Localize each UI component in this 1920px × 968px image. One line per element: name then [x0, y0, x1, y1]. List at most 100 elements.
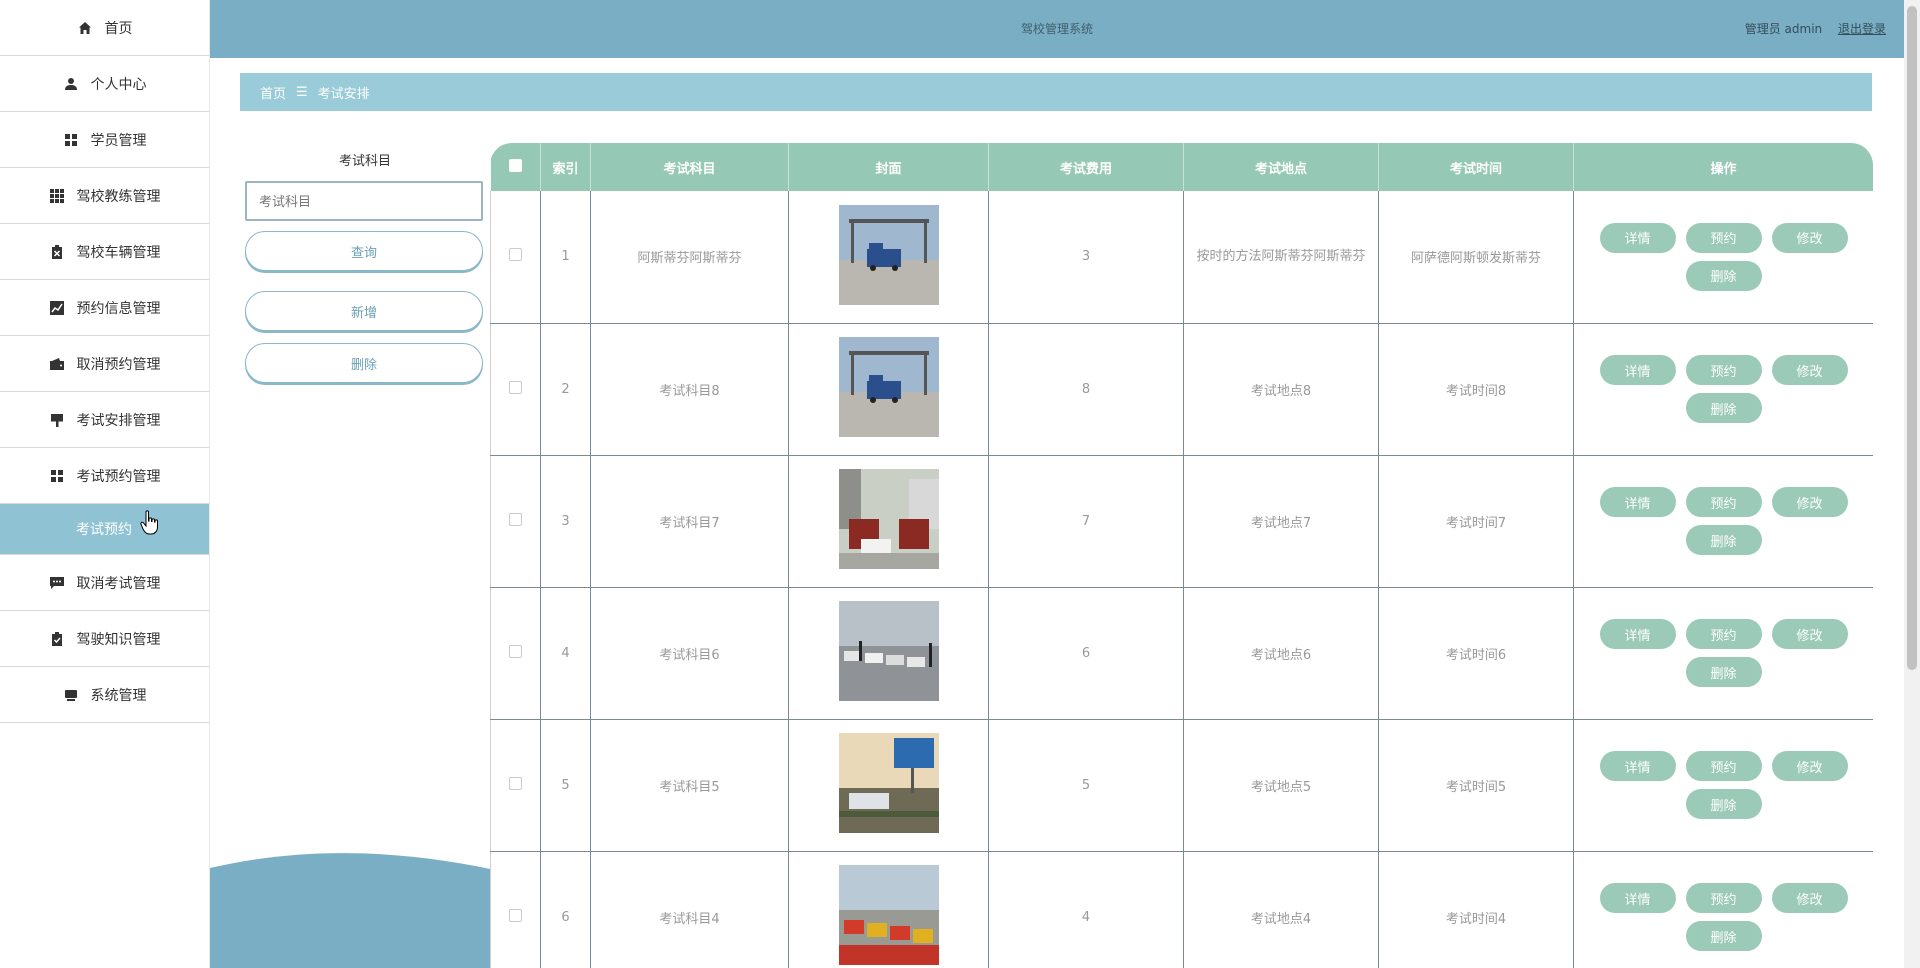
edit-button[interactable]: 修改: [1771, 487, 1848, 517]
detail-button[interactable]: 详情: [1599, 883, 1676, 913]
cell-actions: 详情 预约 修改 删除: [1573, 851, 1873, 968]
cell-cover: [788, 719, 989, 852]
delete-button[interactable]: 删除: [1685, 657, 1762, 687]
book-button[interactable]: 预约: [1685, 883, 1762, 913]
cell-location: 按时的方法阿斯蒂芬阿斯蒂芬: [1183, 191, 1379, 324]
row-select-cell[interactable]: [490, 719, 541, 852]
cell-cover: [788, 851, 989, 968]
sidebar-item-vehicles[interactable]: 驾校车辆管理: [0, 224, 209, 280]
row-select-cell[interactable]: [490, 851, 541, 968]
cell-time: 考试时间4: [1378, 851, 1574, 968]
query-button[interactable]: 查询: [245, 231, 483, 271]
detail-button[interactable]: 详情: [1599, 222, 1676, 253]
delete-button[interactable]: 删除: [1685, 525, 1762, 555]
breadcrumb-home[interactable]: 首页: [260, 83, 286, 102]
cell-location: 考试地点7: [1183, 455, 1379, 588]
row-select-cell[interactable]: [490, 191, 541, 324]
cell-fee: 4: [988, 851, 1184, 968]
row-checkbox[interactable]: [509, 644, 522, 658]
select-all-cell[interactable]: [490, 143, 541, 191]
cell-actions: 详情 预约 修改 删除: [1573, 191, 1873, 324]
delete-button[interactable]: 删除: [1685, 393, 1762, 423]
chart-icon: [49, 300, 65, 316]
edit-button[interactable]: 修改: [1771, 883, 1848, 913]
row-checkbox[interactable]: [509, 248, 522, 262]
sidebar-item-exam-schedule[interactable]: 考试安排管理: [0, 392, 209, 448]
breadcrumb-separator-icon: ☰: [296, 84, 308, 100]
sidebar-item-label: 取消预约管理: [76, 356, 161, 373]
cell-subject: 考试科目8: [590, 323, 789, 456]
book-button[interactable]: 预约: [1685, 355, 1762, 385]
col-header-subject: 考试科目: [590, 143, 789, 191]
select-all-checkbox[interactable]: [508, 158, 522, 172]
breadcrumb-current: 考试安排: [317, 86, 370, 102]
cell-location: 考试地点6: [1183, 587, 1379, 720]
edit-button[interactable]: 修改: [1771, 355, 1848, 385]
sidebar-item-label: 驾校教练管理: [76, 188, 161, 205]
sidebar-item-exam-booking[interactable]: 考试预约: [0, 504, 209, 555]
cell-time: 考试时间5: [1378, 719, 1574, 852]
book-button[interactable]: 预约: [1685, 619, 1762, 649]
cell-index: 5: [540, 719, 591, 852]
detail-button[interactable]: 详情: [1599, 355, 1676, 385]
sidebar-item-booking-info[interactable]: 预约信息管理: [0, 280, 209, 336]
grid-icon: [49, 468, 65, 484]
sidebar-item-cancel-booking[interactable]: 取消预约管理: [0, 336, 209, 392]
cover-image: [838, 204, 939, 305]
sidebar-item-exam-booking-manage[interactable]: 考试预约管理: [0, 448, 209, 504]
cell-time: 阿萨德阿斯顿发斯蒂芬: [1378, 191, 1574, 324]
edit-button[interactable]: 修改: [1771, 751, 1848, 781]
delete-button[interactable]: 删除: [1685, 260, 1762, 291]
row-select-cell[interactable]: [490, 323, 541, 456]
cell-location: 考试地点8: [1183, 323, 1379, 456]
cover-image: [838, 337, 939, 437]
sidebar-item-label: 取消考试管理: [76, 575, 161, 592]
book-button[interactable]: 预约: [1685, 487, 1762, 517]
row-select-cell[interactable]: [490, 455, 541, 588]
col-header-fee: 考试费用: [988, 143, 1184, 191]
cover-image: [838, 733, 939, 833]
app-title: 驾校管理系统: [1020, 22, 1093, 36]
cell-subject: 考试科目7: [590, 455, 789, 588]
book-button[interactable]: 预约: [1685, 222, 1762, 253]
sidebar-item-system[interactable]: 系统管理: [0, 667, 209, 723]
edit-button[interactable]: 修改: [1771, 619, 1848, 649]
cell-cover: [788, 587, 989, 720]
add-button[interactable]: 新增: [245, 291, 483, 331]
batch-delete-button[interactable]: 删除: [245, 343, 483, 383]
sidebar-item-coaches[interactable]: 驾校教练管理: [0, 168, 209, 224]
clipboard-icon: [49, 244, 65, 260]
row-checkbox[interactable]: [509, 380, 522, 394]
table-row: 2 考试科目8 8 考试地点8 考试时间8 详情 预约 修改 删除: [490, 323, 1873, 456]
sidebar: 首页 个人中心 学员管理 驾校教练管理 驾校车辆管理 预约信息管理 取消预约管理…: [0, 0, 210, 968]
edit-button[interactable]: 修改: [1771, 222, 1848, 253]
logout-link[interactable]: 退出登录: [1838, 22, 1886, 36]
delete-button[interactable]: 删除: [1685, 789, 1762, 819]
sidebar-item-knowledge[interactable]: 驾驶知识管理: [0, 611, 209, 667]
row-checkbox[interactable]: [509, 512, 522, 526]
row-select-cell[interactable]: [490, 587, 541, 720]
delete-button[interactable]: 删除: [1685, 921, 1762, 951]
subject-search-input[interactable]: [245, 181, 483, 221]
detail-button[interactable]: 详情: [1599, 487, 1676, 517]
row-checkbox[interactable]: [509, 776, 522, 790]
header-user-area: 管理员 admin 退出登录: [1745, 20, 1886, 37]
check-clipboard-icon: [49, 631, 65, 647]
row-checkbox[interactable]: [509, 908, 522, 922]
detail-button[interactable]: 详情: [1599, 751, 1676, 781]
col-header-index: 索引: [540, 143, 591, 191]
cell-index: 1: [540, 191, 591, 324]
detail-button[interactable]: 详情: [1599, 619, 1676, 649]
sidebar-item-students[interactable]: 学员管理: [0, 112, 209, 168]
scrollbar-thumb[interactable]: [1907, 6, 1917, 670]
sidebar-item-profile[interactable]: 个人中心: [0, 56, 209, 112]
sidebar-item-home[interactable]: 首页: [0, 0, 209, 56]
cell-time: 考试时间6: [1378, 587, 1574, 720]
cell-subject: 考试科目4: [590, 851, 789, 968]
col-header-location: 考试地点: [1183, 143, 1379, 191]
sidebar-item-label: 首页: [104, 20, 133, 37]
top-header: 驾校管理系统 管理员 admin 退出登录: [210, 0, 1904, 58]
page-scrollbar[interactable]: [1904, 0, 1920, 968]
book-button[interactable]: 预约: [1685, 751, 1762, 781]
sidebar-item-cancel-exam[interactable]: 取消考试管理: [0, 555, 209, 611]
